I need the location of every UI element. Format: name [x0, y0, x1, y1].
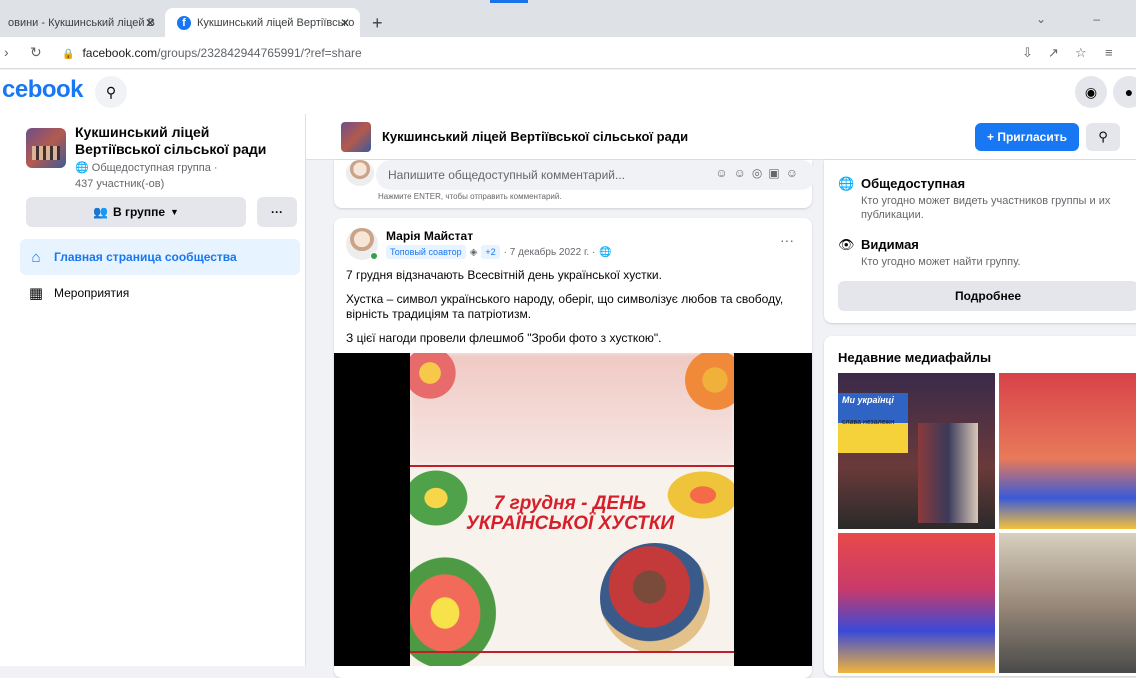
left-sidebar: Кукшинський ліцей Вертіївської сільської…: [0, 114, 306, 666]
globe-icon: 🌐: [599, 246, 612, 258]
media-thumbnail[interactable]: Ми українці слава незалежн: [838, 373, 995, 529]
extra-badges[interactable]: +2: [481, 245, 500, 259]
facebook-logo[interactable]: cebook: [2, 76, 84, 104]
post-meta: Топовый соавтор ◈ +2 · 7 декабрь 2022 г.…: [386, 245, 612, 259]
media-thumbnail[interactable]: [838, 533, 995, 673]
post-paragraph: Хустка – символ українського народу, обе…: [346, 292, 784, 321]
in-group-label: В группе: [113, 205, 166, 219]
public-title: Общедоступная: [861, 176, 966, 191]
sidebar-item-home[interactable]: ⌂ Главная страница сообщества: [20, 239, 300, 275]
address-bar: › ↻ 🔒 facebook.com/groups/232842944765991…: [0, 37, 1136, 69]
globe-icon: 🌐: [838, 176, 855, 191]
lock-icon: 🔒: [62, 49, 75, 60]
media-thumbnail[interactable]: [999, 533, 1136, 673]
group-privacy: Общедоступная группа ·: [91, 162, 218, 174]
post-paragraph: 7 грудня відзначають Всесвітній день укр…: [346, 268, 662, 282]
forward-icon[interactable]: ›: [4, 44, 9, 60]
badge-icon: ◈: [469, 246, 478, 258]
about-card: 🌐 Общедоступная Кто угодно может видеть …: [824, 160, 1136, 323]
search-icon[interactable]: ⚲: [1086, 123, 1120, 151]
search-icon[interactable]: ⚲: [95, 76, 127, 108]
post-author[interactable]: Марія Майстат: [386, 229, 473, 243]
invite-button[interactable]: + Пригласить: [975, 123, 1079, 151]
comment-hint: Нажмите ENTER, чтобы отправить комментар…: [378, 192, 562, 201]
url-field[interactable]: 🔒 facebook.com/groups/232842944765991/?re…: [62, 46, 362, 60]
calendar-icon: ▦: [28, 285, 44, 302]
group-title[interactable]: Кукшинський ліцей Вертіївської сільської…: [382, 129, 688, 144]
comment-placeholder: Напишите общедоступный комментарий...: [388, 168, 626, 182]
notifications-icon[interactable]: ●: [1113, 76, 1136, 108]
caret-down-icon: ▼: [170, 207, 179, 217]
post-date[interactable]: · 7 декабрь 2022 г. ·: [504, 247, 596, 258]
window-controls[interactable]: ⌄ –: [1036, 12, 1122, 26]
group-members[interactable]: 437 участник(-ов): [75, 176, 218, 192]
reading-list-icon[interactable]: ≡: [1105, 45, 1113, 60]
comment-card: Напишите общедоступный комментарий... ☺☺…: [334, 160, 816, 208]
group-icon: 👥: [93, 205, 108, 219]
visible-title: Видимая: [861, 237, 919, 252]
visible-desc: Кто угодно может найти группу.: [861, 256, 1021, 268]
group-meta: 🌐 Общедоступная группа · 437 участник(-о…: [75, 160, 218, 192]
bookmark-star-icon[interactable]: ☆: [1075, 45, 1087, 61]
emoji-toolbar-icon[interactable]: ☺☺◎▣☺: [715, 166, 804, 180]
install-icon[interactable]: ⇩: [1022, 45, 1033, 61]
post-image[interactable]: 7 грудня - ДЕНЬ УКРАЇНСЬКОЇ ХУСТКИ: [410, 353, 734, 666]
share-icon[interactable]: ↗: [1048, 45, 1059, 61]
eye-icon: 👁: [838, 237, 855, 252]
facebook-header: cebook ⚲ ◉ ●: [0, 70, 1136, 114]
recent-media-title: Недавние медиафайлы: [838, 350, 992, 365]
close-icon[interactable]: ✕: [145, 16, 155, 30]
browser-tab-news[interactable]: овини - Кукшинський ліцей В ✕: [0, 8, 165, 37]
group-thumbnail[interactable]: [26, 128, 66, 168]
sidebar-item-label: Главная страница сообщества: [54, 250, 237, 264]
url-host: facebook.com: [82, 46, 158, 60]
reload-icon[interactable]: ↻: [30, 44, 42, 61]
media-thumbnail[interactable]: [999, 373, 1136, 529]
new-tab-button[interactable]: +: [372, 13, 383, 34]
slide-subcaption: слава незалежн: [842, 419, 895, 426]
close-icon[interactable]: ✕: [340, 16, 350, 30]
group-thumbnail-small[interactable]: [341, 122, 371, 152]
learn-more-button[interactable]: Подробнее: [838, 281, 1136, 311]
browser-tab-group[interactable]: f Кукшинський ліцей Вертіївсько ✕: [165, 8, 360, 37]
home-icon: ⌂: [31, 248, 41, 266]
post-media[interactable]: 7 грудня - ДЕНЬ УКРАЇНСЬКОЇ ХУСТКИ: [334, 353, 812, 666]
tab-label: овини - Кукшинський ліцей В: [8, 16, 155, 29]
sidebar-item-events[interactable]: ▦ Мероприятия: [20, 275, 300, 311]
image-caption: 7 грудня - ДЕНЬ УКРАЇНСЬКОЇ ХУСТКИ: [440, 494, 700, 534]
group-topbar: Кукшинський ліцей Вертіївської сільської…: [306, 114, 1136, 160]
group-name[interactable]: Кукшинський ліцей Вертіївської сільської…: [75, 124, 295, 158]
top-contributor-badge[interactable]: Топовый соавтор: [386, 245, 466, 259]
avatar[interactable]: [346, 160, 374, 186]
messenger-icon[interactable]: ◉: [1075, 76, 1107, 108]
post-more-button[interactable]: ···: [780, 232, 794, 248]
facebook-favicon-icon: f: [177, 15, 191, 30]
recent-media-card: Недавние медиафайлы Ми українці слава не…: [824, 336, 1136, 676]
flower-decoration: [410, 553, 500, 666]
in-group-button[interactable]: 👥 В группе ▼: [26, 197, 246, 227]
image-caption-line1: 7 грудня - ДЕНЬ: [493, 493, 647, 514]
image-caption-line2: УКРАЇНСЬКОЇ ХУСТКИ: [465, 513, 675, 534]
browser-tabbar: овини - Кукшинський ліцей В ✕ f Кукшинсь…: [0, 0, 1136, 37]
loading-indicator: [490, 0, 528, 3]
online-status-icon: [370, 252, 378, 260]
slide-caption: Ми українці: [842, 395, 894, 405]
post-paragraph: З цієї нагоди провели флешмоб "Зроби фот…: [346, 331, 662, 345]
woman-with-scarf-photo: [600, 543, 710, 653]
public-desc: Кто угодно может видеть участников групп…: [861, 195, 1111, 221]
red-border-line: [410, 651, 734, 653]
tab-label: Кукшинський ліцей Вертіївсько: [197, 16, 355, 29]
more-options-button[interactable]: ···: [257, 197, 297, 227]
globe-icon: 🌐: [75, 162, 89, 174]
sidebar-item-label: Мероприятия: [54, 286, 130, 300]
comment-input[interactable]: Напишите общедоступный комментарий... ☺☺…: [376, 160, 816, 190]
url-path: /groups/232842944765991/?ref=share: [157, 46, 362, 60]
students-photo: [918, 423, 978, 523]
